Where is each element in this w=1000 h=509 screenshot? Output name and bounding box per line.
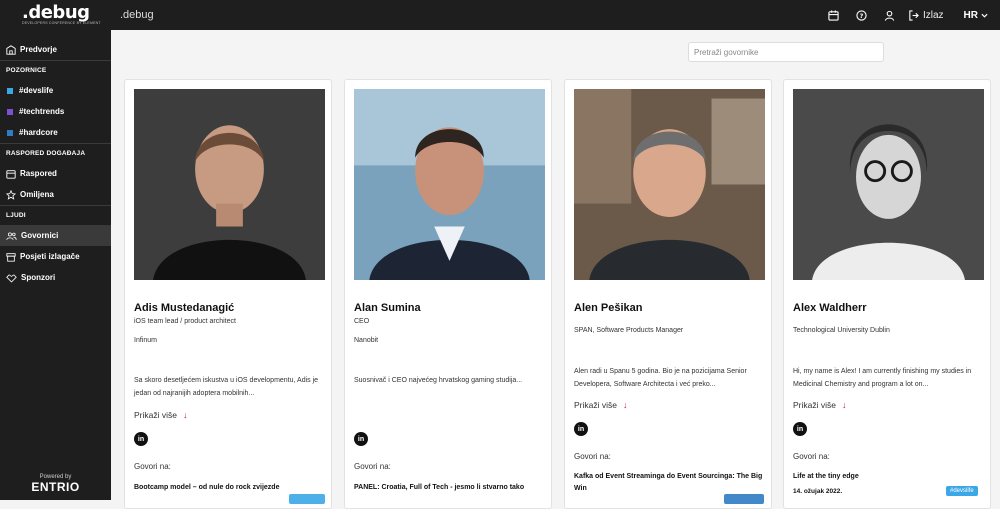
speaker-role: SPAN, Software Products Manager	[574, 327, 684, 334]
sidebar-item-posjeti-izlagace[interactable]: Posjeti izlagače	[0, 246, 111, 267]
talk-date: 14. ožujak 2022.	[793, 488, 843, 495]
building-icon	[6, 44, 16, 55]
show-more-button[interactable]: Prikaži više ↓	[793, 400, 846, 410]
speaker-name: Adis Mustedanagić	[134, 302, 235, 314]
calendar-icon	[6, 169, 16, 179]
section-pozornice: POZORNICE	[6, 67, 47, 74]
people-icon	[6, 231, 17, 240]
talk-title[interactable]: Life at the tiny edge	[793, 471, 983, 483]
speaker-photo	[793, 89, 984, 280]
linkedin-icon[interactable]: in	[354, 432, 368, 446]
arrow-down-icon: ↓	[182, 410, 188, 420]
stage-color-square	[7, 129, 13, 136]
talk-title[interactable]: PANEL: Croatia, Full of Tech - jesmo li …	[354, 482, 544, 494]
sidebar-item-sponzori[interactable]: Sponzori	[0, 267, 111, 288]
arrow-down-icon: ↓	[622, 400, 628, 410]
sidebar-item-devslife[interactable]: #devslife	[0, 80, 111, 101]
speaker-photo	[134, 89, 325, 280]
stage-color-square	[7, 87, 13, 94]
calendar-icon[interactable]	[820, 0, 848, 30]
stage-color-square	[7, 108, 13, 115]
chevron-down-icon	[981, 13, 988, 18]
sidebar-item-raspored[interactable]: Raspored	[0, 163, 111, 184]
speaker-card: Alex Waldherr Technological University D…	[783, 79, 991, 509]
stage-badge	[724, 494, 764, 504]
star-icon	[6, 189, 16, 200]
sidebar: Predvorje POZORNICE #devslife #techtrend…	[0, 30, 111, 500]
speaker-card: Alen Pešikan SPAN, Software Products Man…	[564, 79, 772, 509]
handshake-icon	[6, 273, 17, 282]
arrow-down-icon: ↓	[841, 400, 847, 410]
stage-badge	[289, 494, 325, 504]
language-selector[interactable]: HR	[964, 10, 988, 21]
speaker-organization: Nanobit	[354, 337, 379, 344]
entrio-logo[interactable]: ENTRIO	[0, 480, 111, 494]
help-icon[interactable]: ?	[848, 0, 876, 30]
speaker-bio: Alen radi u Spanu 5 godina. Bio je na po…	[574, 368, 747, 388]
talks-label: Govori na:	[574, 452, 611, 461]
top-bar: .debug DEVELOPERS CONFERENCE BY ELEMENT …	[0, 0, 1000, 30]
talk-title[interactable]: Kafka od Event Streaminga do Event Sourc…	[574, 471, 764, 495]
speaker-photo	[574, 89, 765, 280]
top-actions: ? Izlaz HR	[820, 0, 1000, 30]
linkedin-icon[interactable]: in	[793, 422, 807, 436]
section-ljudi: LJUDI	[6, 212, 26, 219]
talks-label: Govori na:	[793, 452, 830, 461]
speaker-card: Adis Mustedanagić iOS team lead / produc…	[124, 79, 332, 509]
sidebar-item-techtrends[interactable]: #techtrends	[0, 101, 111, 122]
logout-button[interactable]: Izlaz	[908, 10, 944, 21]
booth-icon	[6, 252, 16, 262]
speaker-role: Technological University Dublin	[793, 327, 890, 334]
speaker-card: Alan Sumina CEO Nanobit Suosnivač i CEO …	[344, 79, 552, 509]
talks-label: Govori na:	[134, 462, 171, 471]
section-raspored-dogadaja: RASPORED DOGAĐAJA	[6, 150, 86, 157]
speaker-bio: Suosnivač i CEO najvećeg hrvatskog gamin…	[354, 377, 523, 384]
speaker-name: Alen Pešikan	[574, 302, 643, 314]
logout-icon	[909, 9, 919, 21]
svg-text:?: ?	[860, 11, 864, 19]
speaker-organization: Infinum	[134, 337, 157, 344]
app-title: .debug	[120, 9, 154, 21]
main-content: Adis Mustedanagić iOS team lead / produc…	[111, 30, 1000, 509]
speaker-name: Alex Waldherr	[793, 302, 867, 314]
sidebar-item-govornici[interactable]: Govornici	[0, 225, 111, 246]
speaker-role: iOS team lead / product architect	[134, 318, 236, 325]
sidebar-item-hardcore[interactable]: #hardcore	[0, 122, 111, 143]
speaker-photo	[354, 89, 545, 280]
speaker-name: Alan Sumina	[354, 302, 421, 314]
linkedin-icon[interactable]: in	[134, 432, 148, 446]
search-input[interactable]	[688, 42, 884, 62]
linkedin-icon[interactable]: in	[574, 422, 588, 436]
sidebar-item-omiljena[interactable]: Omiljena	[0, 184, 111, 205]
stage-badge: #devslife	[946, 486, 978, 496]
user-icon[interactable]	[876, 0, 904, 30]
talk-title[interactable]: Bootcamp model – od nule do rock zvijezd…	[134, 482, 324, 494]
show-more-button[interactable]: Prikaži više ↓	[574, 400, 627, 410]
speaker-bio: Hi, my name is Alex! I am currently fini…	[793, 368, 972, 388]
show-more-button[interactable]: Prikaži više ↓	[134, 410, 187, 420]
talks-label: Govori na:	[354, 462, 391, 471]
powered-by: Powered by ENTRIO	[0, 474, 111, 494]
debug-logo[interactable]: .debug DEVELOPERS CONFERENCE BY ELEMENT	[0, 3, 111, 26]
speaker-role: CEO	[354, 318, 370, 325]
sidebar-item-predvorje[interactable]: Predvorje	[0, 39, 111, 60]
speaker-bio: Sa skoro desetljećem iskustva u iOS deve…	[134, 377, 319, 397]
